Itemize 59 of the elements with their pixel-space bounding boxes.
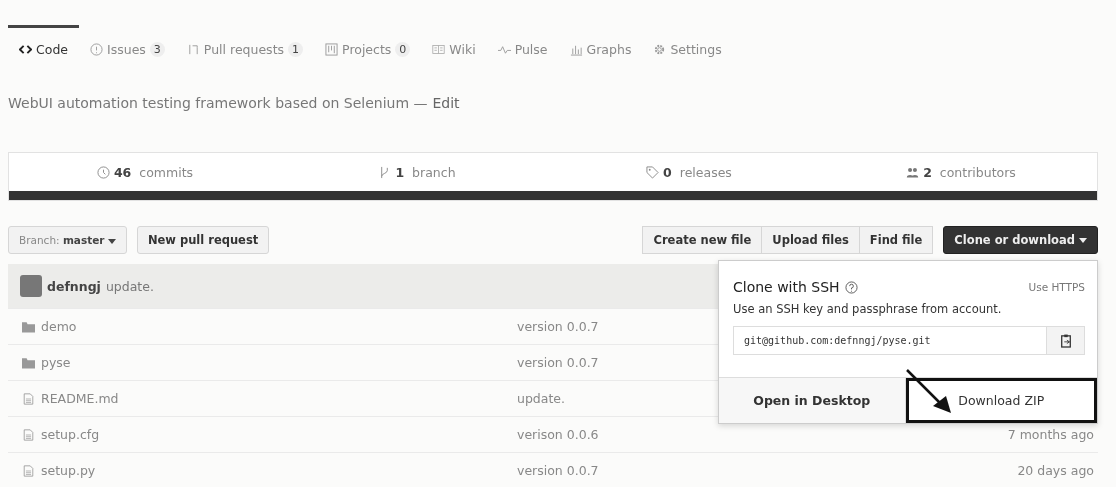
new-pull-request-button[interactable]: New pull request (136, 226, 270, 254)
commit-author[interactable]: defnngj (47, 278, 101, 294)
settings-icon (653, 42, 667, 56)
file-action-button[interactable]: Create new file (642, 226, 763, 254)
repo-tab[interactable]: Wiki (421, 25, 487, 70)
repo-tab[interactable]: Code (8, 25, 79, 70)
popup-button[interactable]: Download ZIP (905, 378, 1097, 423)
pull-request-icon (186, 42, 200, 56)
history-icon (96, 165, 110, 179)
file-icon (22, 428, 35, 441)
repo-tab[interactable]: Projects 0 (314, 25, 422, 70)
edit-link[interactable]: Edit (432, 95, 460, 111)
commit-message: version 0.0.7 (517, 319, 599, 334)
clone-url-field[interactable]: git@github.com:defnngj/pyse.git (733, 326, 1085, 355)
stat-link[interactable]: 46 commits (9, 164, 281, 180)
stat-link[interactable]: 0 releases (553, 164, 825, 180)
commit-message: verison 0.0.6 (517, 427, 599, 442)
clone-download-button[interactable]: Clone or download (943, 226, 1098, 254)
popup-hint: Use an SSH key and passphrase from account. (732, 301, 1003, 316)
clipboard-icon (1059, 333, 1072, 348)
people-icon (906, 165, 920, 179)
copy-button[interactable] (1046, 327, 1084, 354)
tag-icon (646, 165, 660, 179)
commit-age: 7 months ago (1007, 427, 1095, 442)
commit-age: 20 days ago (1017, 463, 1095, 478)
file-icon (22, 464, 35, 477)
popup-button[interactable]: Open in Desktop (719, 378, 906, 423)
commit-message: update. (517, 391, 566, 406)
file-name[interactable]: setup.cfg (41, 427, 517, 442)
branch-dropdown[interactable]: Branch: master (8, 226, 127, 254)
avatar-placeholder (20, 275, 42, 297)
commit-message: update. (105, 278, 154, 294)
stat-link[interactable]: 1 branch (281, 164, 553, 180)
file-action-button[interactable]: Find file (858, 226, 934, 254)
popup-title: Clone with SSH (733, 279, 840, 295)
stat-link[interactable]: 2 contributors (825, 164, 1097, 180)
use-https-link[interactable]: Use HTTPS (1028, 281, 1085, 293)
caret-icon (1079, 238, 1087, 243)
file-action-button[interactable]: Upload files (761, 226, 860, 254)
help-icon[interactable] (844, 280, 858, 294)
commit-message: version 0.0.7 (517, 463, 599, 478)
repo-tab[interactable]: Issues 3 (79, 25, 176, 70)
repo-description: WebUI automation testing framework based on Selenium — (8, 95, 428, 111)
info-circle-icon (90, 42, 103, 56)
repo-tab[interactable]: Settings (642, 25, 733, 70)
file-name[interactable]: setup.py (41, 463, 517, 478)
file-name[interactable]: pyse (41, 355, 517, 370)
caret-icon (107, 238, 116, 244)
folder-icon (22, 356, 35, 369)
file-name[interactable]: demo (41, 319, 517, 334)
repo-tab[interactable]: Graphs (558, 25, 643, 70)
board-icon (325, 42, 339, 56)
folder-icon (22, 320, 35, 333)
file-name[interactable]: README.md (41, 391, 517, 406)
annotation-arrow (905, 368, 953, 414)
book-icon (432, 42, 446, 56)
file-icon (22, 392, 35, 405)
commit-message: version 0.0.7 (517, 355, 599, 370)
repo-tab[interactable]: Pull requests 1 (175, 25, 315, 70)
